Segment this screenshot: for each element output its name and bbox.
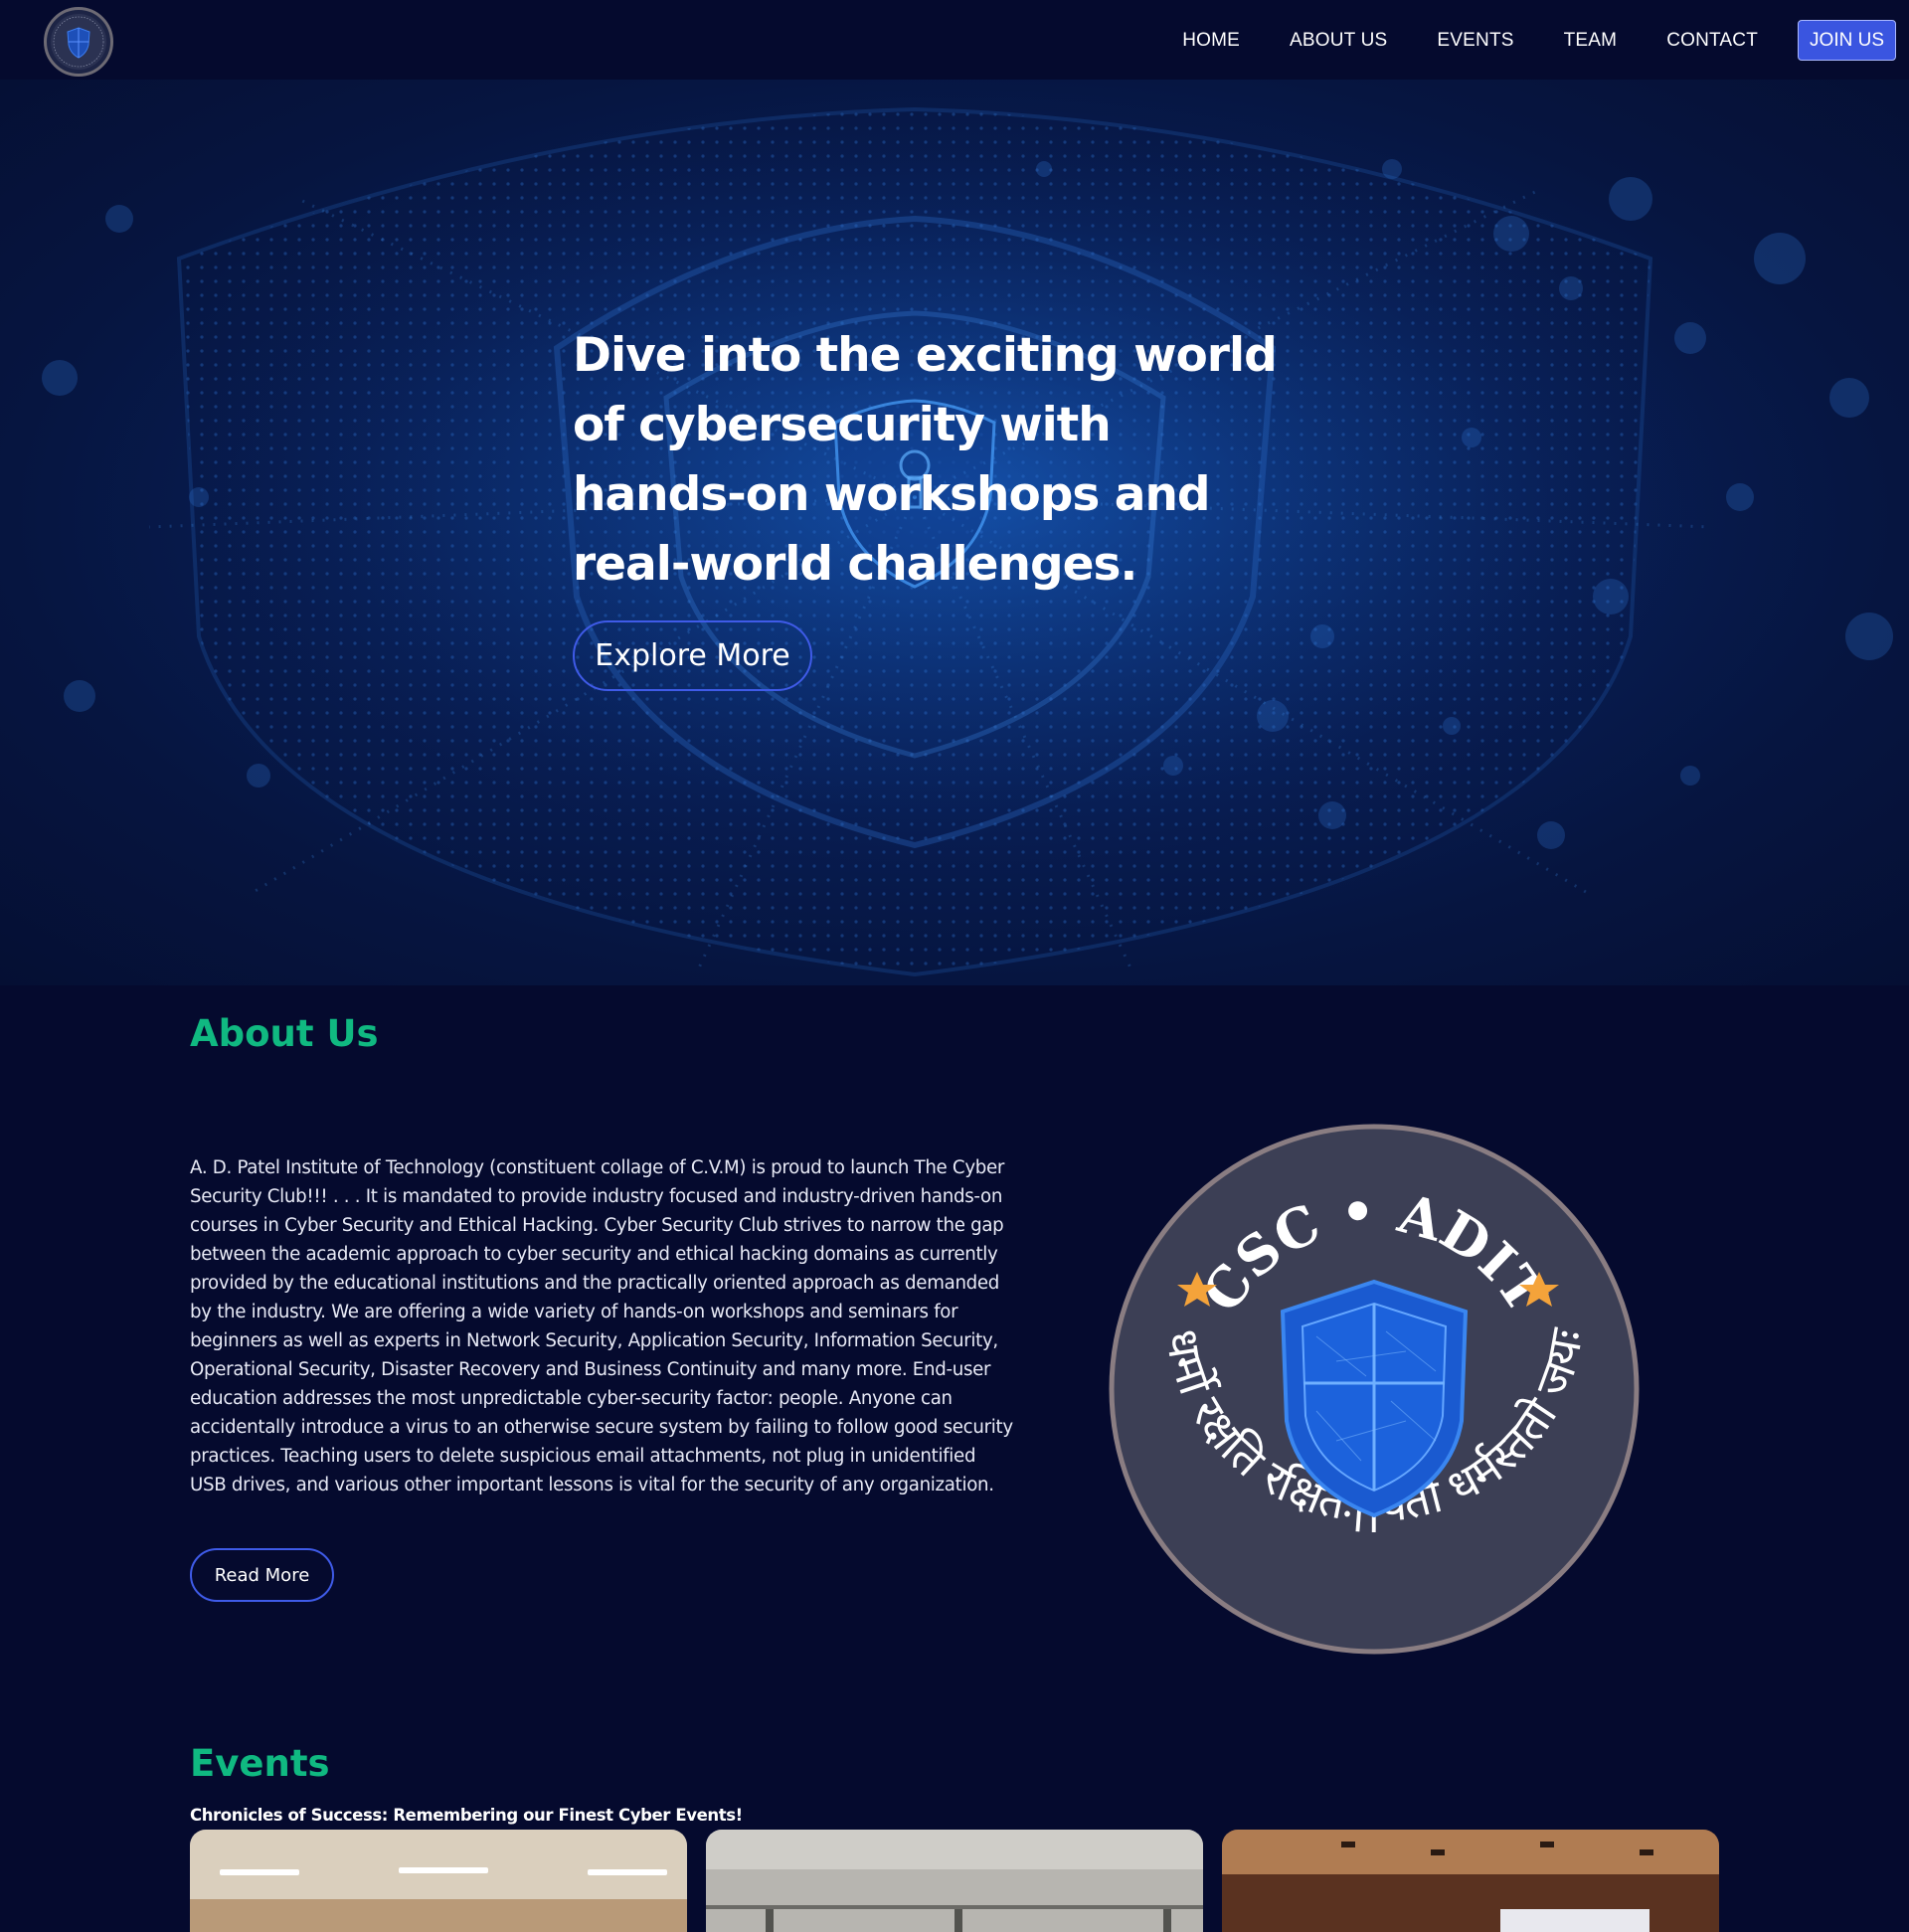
events-subtitle: Chronicles of Success: Remembering our F…	[190, 1806, 743, 1825]
events-heading: Events	[190, 1742, 330, 1785]
nav-home[interactable]: HOME	[1182, 30, 1240, 52]
explore-more-button[interactable]: Explore More	[573, 620, 812, 691]
navbar: HOME ABOUT US EVENTS TEAM CONTACT JOIN U…	[0, 0, 1909, 80]
hero-section: Dive into the exciting world of cybersec…	[0, 80, 1909, 985]
event-photo	[1222, 1830, 1719, 1932]
nav-team[interactable]: TEAM	[1564, 30, 1618, 52]
event-card[interactable]	[706, 1830, 1203, 1932]
event-card[interactable]	[1222, 1830, 1719, 1932]
event-card[interactable]	[190, 1830, 687, 1932]
about-heading: About Us	[190, 1012, 379, 1055]
nav-links: HOME ABOUT US EVENTS TEAM CONTACT JOIN U…	[1182, 20, 1896, 61]
shield-logo-icon	[51, 14, 106, 70]
about-description: A. D. Patel Institute of Technology (con…	[190, 1157, 1013, 1495]
event-photo	[190, 1830, 687, 1932]
nav-about-us[interactable]: ABOUT US	[1290, 30, 1387, 52]
hero-title: Dive into the exciting world of cybersec…	[573, 328, 1278, 592]
nav-events[interactable]: EVENTS	[1437, 30, 1513, 52]
join-us-button[interactable]: JOIN US	[1798, 20, 1896, 61]
club-emblem: CSC • ADIT धर्मो रक्षति रक्षितः||यतो धर्…	[1109, 1124, 1640, 1655]
nav-contact[interactable]: CONTACT	[1666, 30, 1758, 52]
event-photo	[706, 1830, 1203, 1932]
read-more-button[interactable]: Read More	[190, 1548, 334, 1602]
club-logo[interactable]	[44, 7, 113, 77]
